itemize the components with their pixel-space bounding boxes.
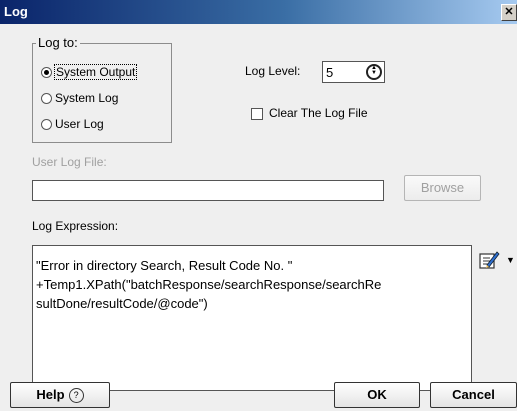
dialog-body: Log to: System Output System Log User Lo… <box>0 24 517 411</box>
chevron-down-icon[interactable]: ▼ <box>506 255 515 265</box>
radio-system-log[interactable]: System Log <box>41 90 118 106</box>
log-level-label: Log Level: <box>245 64 301 78</box>
ok-button[interactable]: OK <box>334 382 420 408</box>
browse-button[interactable]: Browse <box>404 175 481 201</box>
help-button[interactable]: Help? <box>10 382 110 408</box>
expression-line: +Temp1.XPath("batchResponse/searchRespon… <box>36 277 382 292</box>
radio-system-output[interactable]: System Output <box>41 64 138 80</box>
radio-system-output-label: System Output <box>53 64 138 80</box>
radio-system-log-label: System Log <box>55 91 119 105</box>
edit-expression-icon[interactable] <box>478 250 500 270</box>
radio-system-output-indicator[interactable] <box>41 66 52 78</box>
log-to-group: Log to: System Output System Log User Lo… <box>32 35 172 143</box>
user-log-file-input[interactable] <box>32 180 384 201</box>
log-expression-textarea[interactable]: "Error in directory Search, Result Code … <box>32 245 472 391</box>
clear-log-checkbox[interactable] <box>251 108 263 120</box>
close-button[interactable]: ✕ <box>501 4 517 21</box>
radio-user-log[interactable]: User Log <box>41 116 104 132</box>
log-level-value: 5 <box>326 65 334 80</box>
radio-user-log-indicator[interactable] <box>41 118 52 130</box>
expression-line: "Error in directory Search, Result Code … <box>36 258 293 273</box>
radio-system-log-indicator[interactable] <box>41 92 52 104</box>
title-bar: Log ✕ <box>0 0 517 24</box>
expression-line: sultDone/resultCode/@code") <box>36 296 208 311</box>
help-icon: ? <box>68 388 84 403</box>
close-icon: ✕ <box>504 6 514 18</box>
cancel-button-label: Cancel <box>452 387 495 402</box>
ok-button-label: OK <box>367 387 387 402</box>
window-title: Log <box>4 4 28 19</box>
radio-user-log-label: User Log <box>55 117 104 131</box>
help-button-label: Help <box>36 387 65 402</box>
log-to-legend: Log to: <box>36 35 80 50</box>
log-level-spinner[interactable]: 5 ▲ ▼ <box>322 61 385 83</box>
clear-log-label: Clear The Log File <box>269 106 368 120</box>
log-expression-label: Log Expression: <box>32 219 119 233</box>
user-log-file-label: User Log File: <box>32 155 107 169</box>
browse-button-label: Browse <box>420 180 465 195</box>
spinner-arrows-icon[interactable]: ▲ ▼ <box>366 64 382 80</box>
cancel-button[interactable]: Cancel <box>430 382 517 408</box>
